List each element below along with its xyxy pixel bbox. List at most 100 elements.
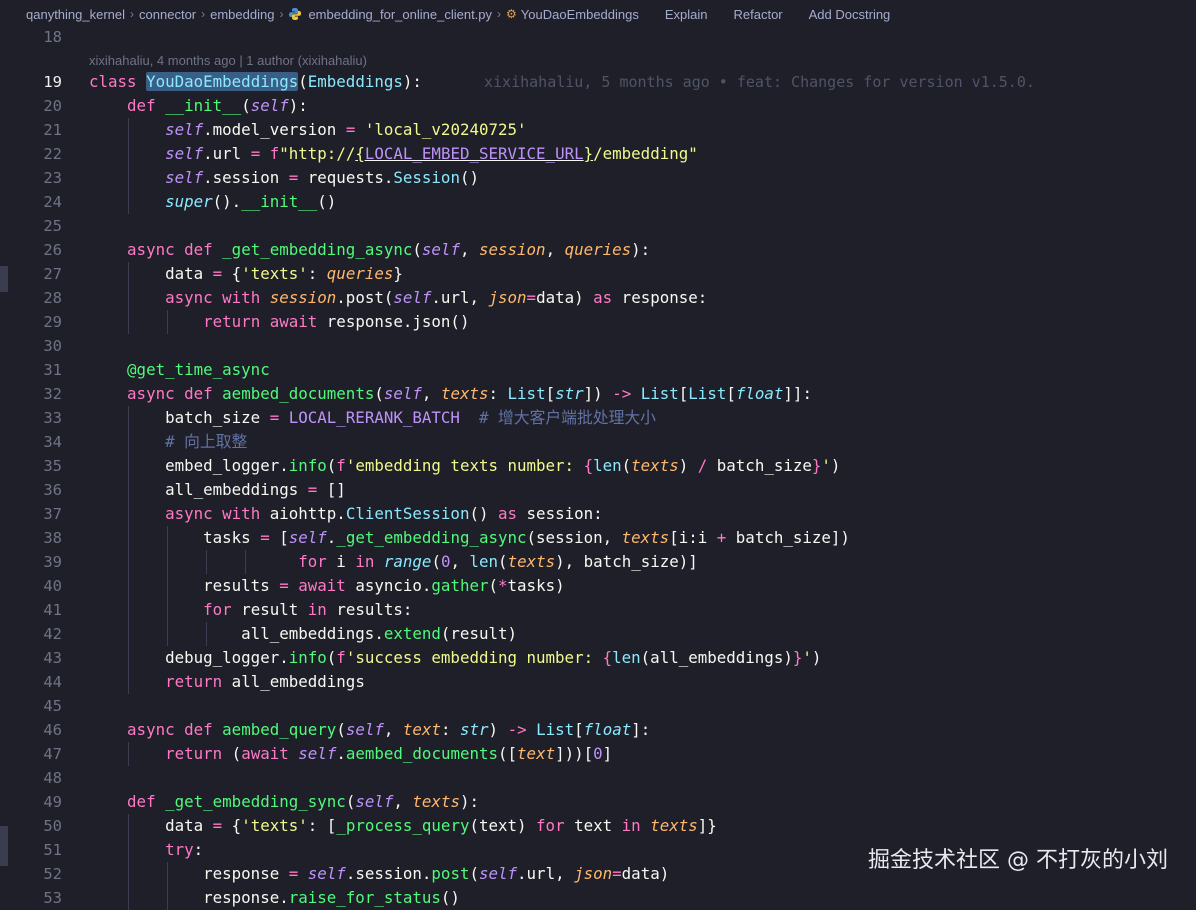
code-line: 46 async def aembed_query(self, text: st… (0, 718, 1196, 742)
breadcrumb-item-folder[interactable]: qanything_kernel (26, 7, 125, 22)
code-line: 29 return await response.json() (0, 310, 1196, 334)
breadcrumb: qanything_kernel › connector › embedding… (0, 0, 1196, 28)
line-number: 30 (43, 337, 62, 355)
code-line: 44 return all_embeddings (0, 670, 1196, 694)
code-line: 40 results = await asyncio.gather(*tasks… (0, 574, 1196, 598)
code-text: data = {'texts': [_process_query(text) f… (89, 816, 717, 835)
code-text: debug_logger.info(f'success embedding nu… (89, 648, 822, 667)
code-line: 35 embed_logger.info(f'embedding texts n… (0, 454, 1196, 478)
breadcrumb-item-class[interactable]: YouDaoEmbeddings (521, 7, 639, 22)
code-text: async with aiohttp.ClientSession() as se… (165, 504, 603, 523)
line-number: 21 (43, 121, 62, 139)
line-number: 40 (43, 577, 62, 595)
code-text: class YouDaoEmbeddings(Embeddings): (89, 72, 422, 91)
python-icon (289, 8, 302, 20)
line-number: 27 (43, 265, 62, 283)
watermark: 掘金技术社区 @ 不打灰的小刘 (868, 848, 1168, 873)
code-text: for i in range(0, len(texts), batch_size… (298, 552, 698, 571)
line-number: 38 (43, 529, 62, 547)
code-editor[interactable]: 18 xixihahaliu, 4 months ago | 1 author … (0, 28, 1196, 910)
code-text: self.model_version = 'local_v20240725' (165, 120, 527, 139)
line-number: 18 (43, 28, 62, 46)
code-line: 38 tasks = [self._get_embedding_async(se… (0, 526, 1196, 550)
code-text: self.session = requests.Session() (165, 168, 479, 187)
line-number: 39 (43, 553, 62, 571)
code-text: for result in results: (203, 600, 413, 619)
code-line: 48 (0, 766, 1196, 790)
code-text: return await response.json() (203, 312, 470, 331)
breadcrumb-separator: › (201, 7, 206, 21)
breadcrumb-item-file[interactable]: embedding_for_online_client.py (308, 7, 492, 22)
codelens-add-docstring[interactable]: Add Docstring (809, 7, 891, 22)
line-number: 41 (43, 601, 62, 619)
code-line: 26 async def _get_embedding_async(self, … (0, 238, 1196, 262)
code-text: self.url = f"http://{LOCAL_EMBED_SERVICE… (165, 144, 698, 163)
code-text: all_embeddings.extend(result) (89, 624, 517, 643)
breadcrumb-separator: › (497, 7, 502, 21)
line-number: 19 (43, 73, 62, 91)
line-number: 25 (43, 217, 62, 235)
code-line: 25 (0, 214, 1196, 238)
code-line: 31 @get_time_async (0, 358, 1196, 382)
line-number: 43 (43, 649, 62, 667)
line-number: 32 (43, 385, 62, 403)
code-text: data = {'texts': queries} (89, 264, 403, 283)
line-number: 42 (43, 625, 62, 643)
breadcrumb-item-folder[interactable]: connector (139, 7, 196, 22)
codelens-refactor[interactable]: Refactor (734, 7, 783, 22)
line-number: 47 (43, 745, 62, 763)
breadcrumb-separator: › (130, 7, 135, 21)
line-number: 51 (43, 841, 62, 859)
code-line: 50 data = {'texts': [_process_query(text… (0, 814, 1196, 838)
line-number: 45 (43, 697, 62, 715)
code-text: return all_embeddings (165, 672, 365, 691)
code-text: def __init__(self): (127, 96, 308, 115)
code-line: 41 for result in results: (0, 598, 1196, 622)
line-number: 48 (43, 769, 62, 787)
line-number: 52 (43, 865, 62, 883)
line-number: 35 (43, 457, 62, 475)
code-line: 47 return (await self.aembed_documents([… (0, 742, 1196, 766)
codelens-explain[interactable]: Explain (665, 7, 708, 22)
line-number: 24 (43, 193, 62, 211)
code-text: results = await asyncio.gather(*tasks) (89, 576, 565, 595)
line-number: 26 (43, 241, 62, 259)
line-number: 20 (43, 97, 62, 115)
line-number: 34 (43, 433, 62, 451)
code-text: async def _get_embedding_async(self, ses… (127, 240, 651, 259)
code-text: async with session.post(self.url, json=d… (165, 288, 708, 307)
code-line: 28 async with session.post(self.url, jso… (0, 286, 1196, 310)
blame-inline[interactable]: xixihahaliu, 5 months ago • feat: Change… (484, 70, 1035, 94)
code-text: return (await self.aembed_documents([tex… (165, 744, 613, 763)
code-line: 39 for i in range(0, len(texts), batch_s… (0, 550, 1196, 574)
code-text: tasks = [self._get_embedding_async(sessi… (89, 528, 850, 547)
code-line: 24 super().__init__() (0, 190, 1196, 214)
code-text: super().__init__() (165, 192, 337, 211)
code-line: 45 (0, 694, 1196, 718)
line-number: 46 (43, 721, 62, 739)
code-text: all_embeddings = [] (89, 480, 346, 499)
line-number: 23 (43, 169, 62, 187)
class-symbol-icon: ⚙ (506, 7, 517, 21)
code-line: 43 debug_logger.info(f'success embedding… (0, 646, 1196, 670)
line-number: 44 (43, 673, 62, 691)
code-text: @get_time_async (127, 360, 270, 379)
code-line: 49 def _get_embedding_sync(self, texts): (0, 790, 1196, 814)
class-name[interactable]: YouDaoEmbeddings (146, 72, 299, 91)
line-number: 33 (43, 409, 62, 427)
breadcrumb-item-folder[interactable]: embedding (210, 7, 274, 22)
code-text: embed_logger.info(f'embedding texts numb… (89, 456, 841, 475)
code-line: 19 class YouDaoEmbeddings(Embeddings): x… (0, 70, 1196, 94)
code-text: # 向上取整 (165, 432, 248, 451)
code-text: response.raise_for_status() (89, 888, 460, 907)
breadcrumb-separator: › (279, 7, 284, 21)
code-text: async def aembed_query(self, text: str) … (127, 720, 651, 739)
code-text: response = self.session.post(self.url, j… (89, 864, 670, 883)
line-number: 31 (43, 361, 62, 379)
line-number: 53 (43, 889, 62, 907)
code-text: async def aembed_documents(self, texts: … (127, 384, 812, 403)
line-number: 49 (43, 793, 62, 811)
code-line: 27 data = {'texts': queries} (0, 262, 1196, 286)
code-line: 21 self.model_version = 'local_v20240725… (0, 118, 1196, 142)
line-number: 37 (43, 505, 62, 523)
